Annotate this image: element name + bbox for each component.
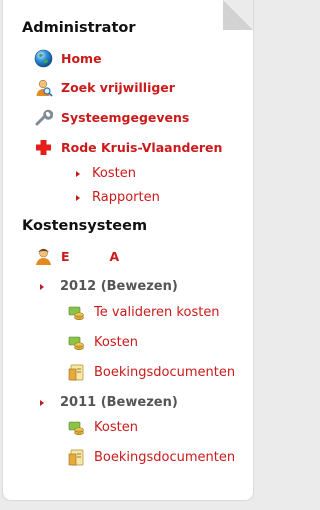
user-search-icon: [34, 78, 53, 97]
user-row[interactable]: E A: [34, 247, 119, 266]
year-label: 2011 (Bewezen): [60, 395, 178, 410]
admin-heading: Administrator: [22, 20, 136, 36]
sub-item-kosten[interactable]: Kosten: [76, 166, 136, 181]
kosten-heading: Kostensysteem: [22, 218, 148, 234]
bullet-arrow-icon: [40, 283, 44, 290]
item-label: Kosten: [94, 420, 138, 435]
document-icon: [67, 363, 86, 382]
item-label: Boekingsdocumenten: [94, 450, 236, 465]
bullet-arrow-icon: [40, 399, 44, 406]
item-kosten-2012[interactable]: Kosten: [67, 333, 138, 352]
sub-item-rapporten[interactable]: Rapporten: [76, 190, 160, 205]
nav-item-label: Zoek vrijwilliger: [61, 80, 175, 95]
globe-icon: [34, 49, 53, 68]
coins-icon: [67, 333, 86, 352]
item-label: Te valideren kosten: [94, 305, 220, 320]
nav-item-rode-kruis-vlaanderen[interactable]: Rode Kruis-Vlaanderen: [34, 138, 222, 157]
item-kosten-2011[interactable]: Kosten: [67, 418, 138, 437]
item-te-valideren-kosten[interactable]: Te valideren kosten: [67, 303, 220, 322]
item-label: Kosten: [94, 335, 138, 350]
user-first-name: E: [61, 249, 70, 264]
sub-item-label: Kosten: [92, 166, 136, 181]
nav-item-home[interactable]: Home: [34, 49, 102, 68]
page-curl-corner: [223, 0, 253, 30]
coins-icon: [67, 418, 86, 437]
navigation-panel: Administrator Home Zoek vrijwilliger Sys…: [3, 0, 253, 500]
nav-item-label: Home: [61, 51, 102, 66]
red-cross-icon: [34, 138, 53, 157]
user-last-name: A: [109, 249, 120, 264]
year-2012[interactable]: 2012 (Bewezen): [40, 279, 178, 294]
nav-item-label: Systeemgegevens: [61, 110, 190, 125]
document-icon: [67, 448, 86, 467]
bullet-arrow-icon: [76, 170, 80, 177]
item-label: Boekingsdocumenten: [94, 365, 236, 380]
sub-item-label: Rapporten: [92, 190, 160, 205]
nav-item-zoek-vrijwilliger[interactable]: Zoek vrijwilliger: [34, 78, 175, 97]
year-2011[interactable]: 2011 (Bewezen): [40, 395, 178, 410]
item-boekingsdocumenten-2012[interactable]: Boekingsdocumenten: [67, 363, 235, 382]
wrench-icon: [34, 108, 53, 127]
nav-item-label: Rode Kruis-Vlaanderen: [61, 140, 223, 155]
year-label: 2012 (Bewezen): [60, 279, 178, 294]
coins-icon: [67, 303, 86, 322]
nav-item-systeemgegevens[interactable]: Systeemgegevens: [34, 108, 189, 127]
user-icon: [34, 247, 53, 266]
item-boekingsdocumenten-2011[interactable]: Boekingsdocumenten: [67, 448, 235, 467]
bullet-arrow-icon: [76, 194, 80, 201]
